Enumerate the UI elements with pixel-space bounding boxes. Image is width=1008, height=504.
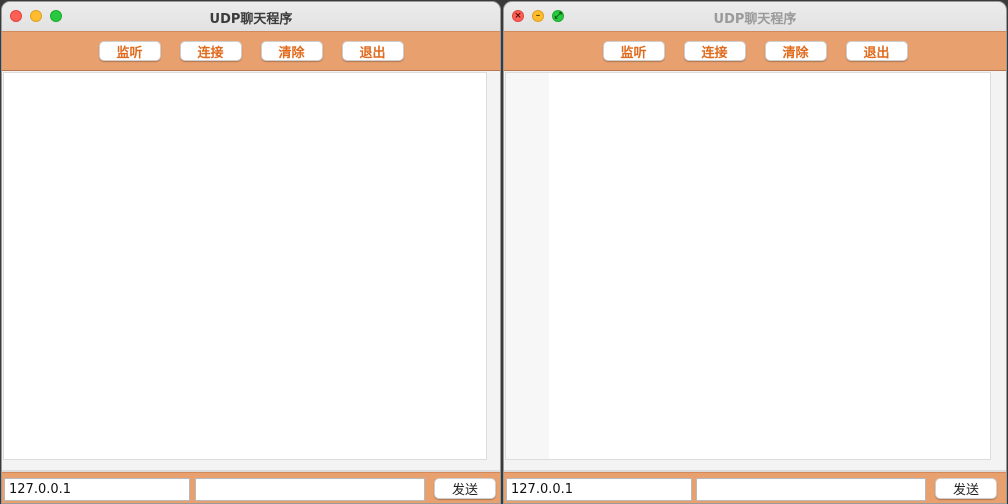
toolbar: 监听 连接 清除 退出 [504, 31, 1006, 71]
input-bar: 发送 [504, 472, 1006, 503]
window-controls [10, 10, 62, 22]
close-icon[interactable] [10, 10, 22, 22]
message-input[interactable] [696, 478, 926, 501]
send-button[interactable]: 发送 [935, 478, 997, 499]
clear-button[interactable]: 清除 [260, 41, 323, 61]
zoom-icon[interactable]: ⤢ [552, 10, 564, 22]
minimize-icon[interactable]: – [532, 10, 544, 22]
clear-button[interactable]: 清除 [764, 41, 827, 61]
message-input[interactable] [195, 478, 425, 501]
chat-window-right: × – ⤢ UDP聊天程序 监听 连接 清除 退出 发送 [503, 1, 1007, 504]
input-bar: 发送 [2, 472, 500, 503]
title-bar[interactable]: UDP聊天程序 [2, 2, 500, 31]
ip-address-input[interactable] [506, 478, 692, 501]
ip-address-input[interactable] [4, 478, 190, 501]
zoom-icon[interactable] [50, 10, 62, 22]
title-bar[interactable]: × – ⤢ UDP聊天程序 [504, 2, 1006, 31]
connect-button[interactable]: 连接 [179, 41, 242, 61]
close-icon[interactable]: × [512, 10, 524, 22]
connect-button[interactable]: 连接 [683, 41, 746, 61]
listen-button[interactable]: 监听 [602, 41, 665, 61]
exit-button[interactable]: 退出 [845, 41, 908, 61]
exit-button[interactable]: 退出 [341, 41, 404, 61]
listen-button[interactable]: 监听 [98, 41, 161, 61]
message-log[interactable] [505, 72, 991, 460]
minimize-icon[interactable] [30, 10, 42, 22]
log-gutter [506, 73, 549, 459]
message-log[interactable] [3, 72, 487, 460]
window-controls: × – ⤢ [512, 10, 564, 22]
send-button[interactable]: 发送 [434, 478, 496, 499]
window-title: UDP聊天程序 [209, 12, 293, 27]
window-title: UDP聊天程序 [713, 12, 797, 27]
toolbar: 监听 连接 清除 退出 [2, 31, 500, 71]
chat-window-left: UDP聊天程序 监听 连接 清除 退出 发送 [1, 1, 501, 504]
